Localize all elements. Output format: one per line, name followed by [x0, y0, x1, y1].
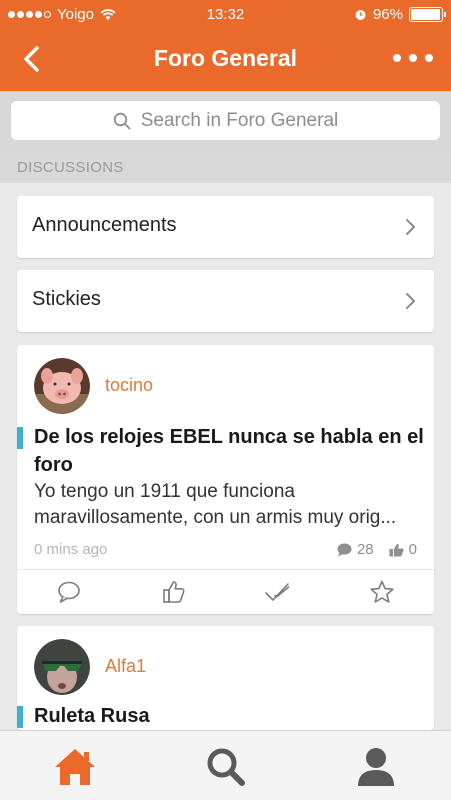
alarm-icon — [355, 10, 366, 20]
unread-indicator — [17, 706, 23, 728]
discussion-title[interactable]: De los relojes EBEL nunca se habla en el… — [34, 423, 424, 479]
check-icon[interactable] — [264, 579, 290, 605]
app-header: Yoigo 13:32 96% Foro General — [0, 0, 451, 91]
like-icon[interactable] — [161, 579, 187, 605]
battery-icon — [409, 7, 446, 22]
title-line: Ruleta Rusa — [34, 705, 150, 727]
discussion-title[interactable]: Ruleta Rusa — [34, 702, 150, 730]
comment-count: 28 — [356, 541, 374, 558]
post-time: 0 mins ago — [34, 541, 108, 558]
post-stats: 28 0 — [337, 541, 417, 558]
title-line: foro — [34, 454, 73, 476]
category-label: Stickies — [32, 288, 101, 310]
ellipsis-icon[interactable] — [393, 48, 433, 68]
discussion-card[interactable]: tocino De los relojes EBEL nunca se habl… — [17, 345, 434, 614]
search-input[interactable]: Search in Foro General — [11, 101, 440, 140]
search-icon[interactable] — [204, 745, 248, 789]
unread-indicator — [17, 427, 23, 449]
search-placeholder: Search in Foro General — [140, 109, 339, 131]
avatar[interactable] — [34, 358, 90, 414]
like-count-icon — [389, 543, 404, 556]
home-icon[interactable] — [53, 745, 97, 789]
discussion-card[interactable]: Alfa1 Ruleta Rusa — [17, 626, 434, 730]
avatar[interactable] — [34, 639, 90, 695]
tab-bar — [0, 730, 451, 800]
star-icon[interactable] — [369, 579, 395, 605]
like-count: 0 — [408, 541, 417, 558]
user-icon[interactable] — [354, 745, 398, 789]
section-header: DISCUSSIONS — [0, 151, 451, 183]
category-announcements[interactable]: Announcements — [17, 196, 434, 258]
excerpt-line: maravillosamente, con un armis muy orig.… — [34, 507, 397, 528]
category-stickies[interactable]: Stickies — [17, 270, 434, 332]
page-title: Foro General — [153, 45, 298, 71]
author-name[interactable]: Alfa1 — [105, 656, 146, 677]
chevron-right-icon — [406, 293, 415, 309]
status-bar: Yoigo 13:32 96% — [0, 0, 451, 30]
search-bar-container: Search in Foro General — [0, 91, 451, 151]
card-actions — [17, 570, 434, 614]
excerpt-line: Yo tengo un 1911 que funciona — [34, 481, 295, 502]
battery-percent: 96% — [372, 6, 403, 23]
section-label: DISCUSSIONS — [17, 159, 124, 176]
navigation-bar: Foro General — [0, 30, 451, 91]
title-line: De los relojes EBEL nunca se habla en el — [34, 426, 424, 448]
category-label: Announcements — [32, 214, 177, 236]
chevron-right-icon — [406, 219, 415, 235]
comment-count-icon — [337, 543, 352, 556]
author-name[interactable]: tocino — [105, 375, 153, 396]
discussion-excerpt: Yo tengo un 1911 que funciona maravillos… — [34, 479, 396, 531]
battery-info: 96% — [354, 6, 446, 23]
comment-icon[interactable] — [56, 579, 82, 605]
search-icon — [113, 112, 131, 129]
